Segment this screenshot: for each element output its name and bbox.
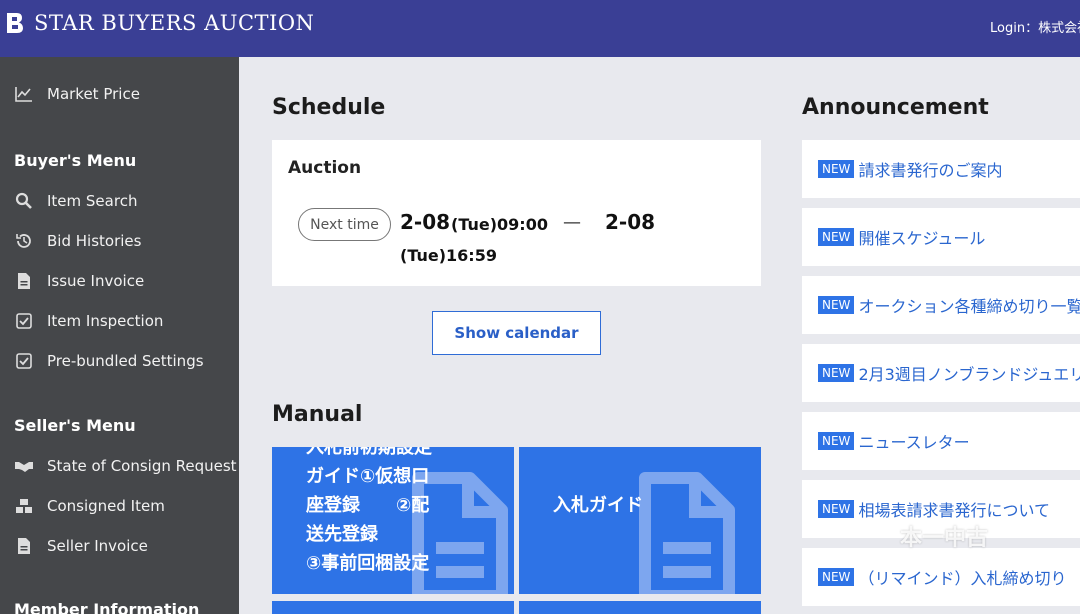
announcement-item[interactable]: NEW 請求書発行のご案内 (802, 140, 1080, 198)
manual-title: Manual (272, 402, 363, 427)
line-chart-icon (14, 85, 34, 103)
announcement-item[interactable]: NEW （リマインド）入札締め切り (802, 548, 1080, 606)
sidebar-item-seller-invoice[interactable]: Seller Invoice (14, 535, 148, 557)
top-bar: STAR BUYERS AUCTION Login：株式会社 (0, 0, 1080, 57)
sidebar-item-label: Seller Invoice (47, 537, 148, 555)
announcement-item[interactable]: NEW 2月3週目ノンブランドジュエリー (802, 344, 1080, 402)
end-date: 2-08 (605, 210, 656, 234)
sidebar-item-item-search[interactable]: Item Search (14, 190, 137, 212)
member-information-heading[interactable]: Member Information (14, 600, 199, 614)
sidebar-item-pre-bundled-settings[interactable]: Pre-bundled Settings (14, 350, 204, 372)
new-badge: NEW (818, 296, 855, 314)
sidebar-item-issue-invoice[interactable]: Issue Invoice (14, 270, 144, 292)
announcement-item[interactable]: NEW オークション各種締め切り一覧 (802, 276, 1080, 334)
end-time: (Tue)16:59 (400, 246, 497, 265)
sidebar-item-label: State of Consign Request (47, 457, 237, 475)
announcement-link[interactable]: オークション各種締め切り一覧 (858, 293, 1080, 317)
document-icon (639, 472, 735, 594)
history-icon (14, 232, 34, 250)
search-icon (14, 192, 34, 210)
auction-schedule-card: Auction Next time 2-08 (Tue)09:00 — 2-08… (272, 140, 761, 286)
checkbox-icon (14, 312, 34, 330)
sidebar-item-label: Bid Histories (47, 232, 142, 250)
manual-tile[interactable] (519, 601, 761, 614)
manual-tile-initial-setup[interactable]: 入札前初期設定ガイド①仮想口座登録 ②配送先登録 ③事前回梱設定 (272, 447, 514, 594)
sidebar-item-label: Pre-bundled Settings (47, 352, 204, 370)
manual-tile-bidding-guide[interactable]: 入札ガイド (519, 447, 761, 594)
schedule-title: Schedule (272, 95, 386, 120)
show-calendar-button[interactable]: Show calendar (432, 311, 601, 355)
manual-tile[interactable] (272, 601, 514, 614)
sidebar-item-label: Consigned Item (47, 497, 165, 515)
manual-tile-label: 入札前初期設定ガイド①仮想口座登録 ②配送先登録 ③事前回梱設定 (306, 447, 432, 574)
sidebar-item-consigned-item[interactable]: Consigned Item (14, 495, 165, 517)
manual-tile-label: 入札ガイド (553, 495, 643, 516)
announcement-title: Announcement (802, 95, 989, 120)
buyer-menu-heading: Buyer's Menu (14, 151, 137, 170)
new-badge: NEW (818, 160, 855, 178)
new-badge: NEW (818, 364, 855, 382)
start-date: 2-08 (400, 210, 451, 234)
announcement-link[interactable]: 2月3週目ノンブランドジュエリー (858, 361, 1080, 385)
announcement-link[interactable]: （リマインド）入札締め切り (858, 565, 1066, 589)
sidebar-item-item-inspection[interactable]: Item Inspection (14, 310, 163, 332)
new-badge: NEW (818, 500, 855, 518)
sidebar-item-label: Issue Invoice (47, 272, 145, 290)
auction-label: Auction (288, 158, 362, 178)
brand-name[interactable]: STAR BUYERS AUCTION (34, 11, 314, 35)
boxes-icon (14, 497, 34, 515)
sidebar-item-bid-histories[interactable]: Bid Histories (14, 230, 141, 252)
start-time: (Tue)09:00 (451, 215, 548, 234)
sidebar-item-market-price[interactable]: Market Price (14, 83, 140, 105)
sidebar-item-label: Market Price (47, 85, 140, 103)
document-icon (14, 537, 34, 555)
announcement-link[interactable]: 開催スケジュール (858, 225, 985, 249)
sidebar-item-consign-request[interactable]: State of Consign Request (14, 455, 237, 477)
handshake-icon (14, 457, 34, 475)
sidebar-item-label: Item Search (47, 192, 138, 210)
date-range-dash: — (563, 212, 581, 233)
new-badge: NEW (818, 432, 855, 450)
announcement-link[interactable]: 相場表請求書発行について (858, 497, 1050, 521)
announcement-item[interactable]: NEW ニュースレター (802, 412, 1080, 470)
announcement-link[interactable]: ニュースレター (858, 429, 969, 453)
new-badge: NEW (818, 228, 855, 246)
seller-menu-heading: Seller's Menu (14, 416, 136, 435)
sidebar: Market Price Buyer's Menu Item Search Bi… (0, 57, 239, 614)
announcement-item[interactable]: NEW 開催スケジュール (802, 208, 1080, 266)
announcement-link[interactable]: 請求書発行のご案内 (858, 157, 1002, 181)
sidebar-item-label: Item Inspection (47, 312, 164, 330)
document-icon (14, 272, 34, 290)
new-badge: NEW (818, 568, 855, 586)
brand-logo-icon[interactable] (6, 12, 24, 34)
checkbox-icon (14, 352, 34, 370)
login-user[interactable]: Login：株式会社 (990, 17, 1080, 36)
next-time-badge: Next time (298, 208, 391, 241)
watermark: 本一中古 (900, 526, 989, 551)
